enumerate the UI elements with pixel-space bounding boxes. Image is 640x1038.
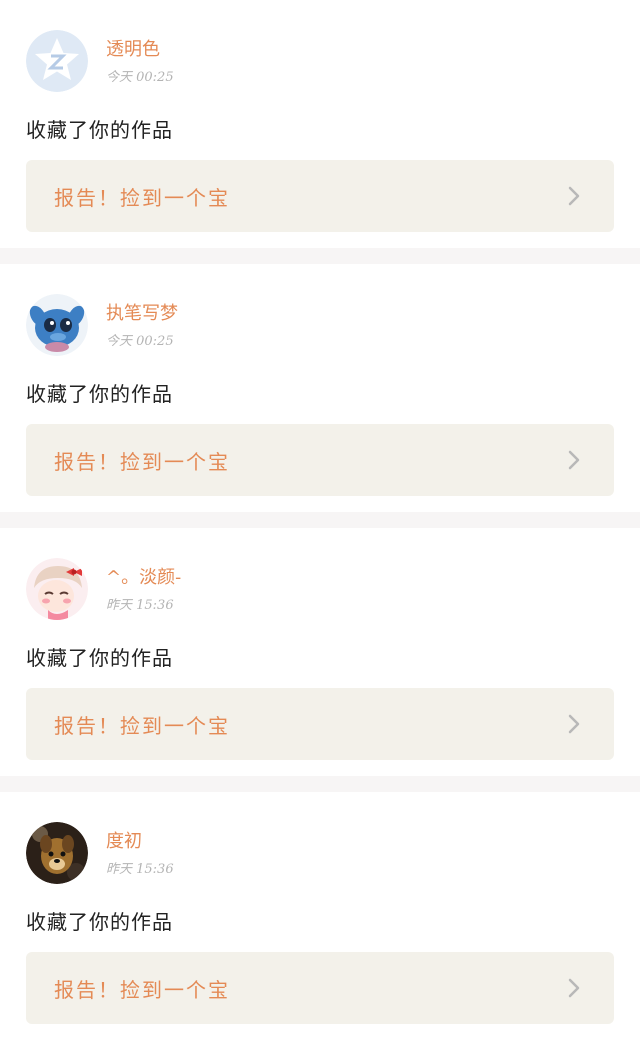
report-banner[interactable]: 报告！捡到一个宝 bbox=[26, 688, 614, 760]
notification-card: ^。淡颜- 昨天 15:36 收藏了你的作品 报告！捡到一个宝 bbox=[0, 528, 640, 776]
card-header: 度初 昨天 15:36 bbox=[26, 822, 174, 884]
notification-card: 透明色 今天 00:25 收藏了你的作品 报告！捡到一个宝 bbox=[0, 0, 640, 248]
report-banner[interactable]: 报告！捡到一个宝 bbox=[26, 424, 614, 496]
action-text: 收藏了你的作品 bbox=[26, 118, 173, 142]
timestamp: 昨天 15:36 bbox=[106, 597, 174, 613]
notification-feed: 透明色 今天 00:25 收藏了你的作品 报告！捡到一个宝 执笔写梦 今天 00… bbox=[0, 0, 640, 1038]
dog-photo-avatar-icon[interactable] bbox=[26, 822, 88, 884]
chevron-right-icon bbox=[562, 712, 586, 736]
username[interactable]: 执笔写梦 bbox=[106, 302, 178, 326]
action-text: 收藏了你的作品 bbox=[26, 382, 173, 406]
action-text: 收藏了你的作品 bbox=[26, 646, 173, 670]
username[interactable]: 透明色 bbox=[106, 38, 174, 62]
chevron-right-icon bbox=[562, 976, 586, 1000]
chevron-right-icon bbox=[562, 184, 586, 208]
action-text: 收藏了你的作品 bbox=[26, 910, 173, 934]
report-banner[interactable]: 报告！捡到一个宝 bbox=[26, 952, 614, 1024]
timestamp: 今天 00:25 bbox=[106, 333, 174, 349]
notification-card: 度初 昨天 15:36 收藏了你的作品 报告！捡到一个宝 bbox=[0, 792, 640, 1038]
card-header: 透明色 今天 00:25 bbox=[26, 30, 174, 92]
user-meta: 度初 昨天 15:36 bbox=[106, 830, 174, 877]
user-meta: 执笔写梦 今天 00:25 bbox=[106, 302, 178, 349]
card-header: ^。淡颜- 昨天 15:36 bbox=[26, 558, 181, 620]
card-header: 执笔写梦 今天 00:25 bbox=[26, 294, 178, 356]
user-meta: 透明色 今天 00:25 bbox=[106, 38, 174, 85]
chevron-right-icon bbox=[562, 448, 586, 472]
user-meta: ^。淡颜- 昨天 15:36 bbox=[106, 566, 181, 613]
banner-label: 报告！捡到一个宝 bbox=[54, 449, 230, 474]
username[interactable]: ^。淡颜- bbox=[106, 566, 181, 590]
timestamp: 昨天 15:36 bbox=[106, 861, 174, 877]
stitch-cartoon-avatar-icon[interactable] bbox=[26, 294, 88, 356]
banner-label: 报告！捡到一个宝 bbox=[54, 185, 230, 210]
notification-card: 执笔写梦 今天 00:25 收藏了你的作品 报告！捡到一个宝 bbox=[0, 264, 640, 512]
banner-label: 报告！捡到一个宝 bbox=[54, 713, 230, 738]
banner-label: 报告！捡到一个宝 bbox=[54, 977, 230, 1002]
anime-girl-avatar-icon[interactable] bbox=[26, 558, 88, 620]
report-banner[interactable]: 报告！捡到一个宝 bbox=[26, 160, 614, 232]
qzone-star-avatar-icon[interactable] bbox=[26, 30, 88, 92]
username[interactable]: 度初 bbox=[106, 830, 174, 854]
timestamp: 今天 00:25 bbox=[106, 69, 174, 85]
